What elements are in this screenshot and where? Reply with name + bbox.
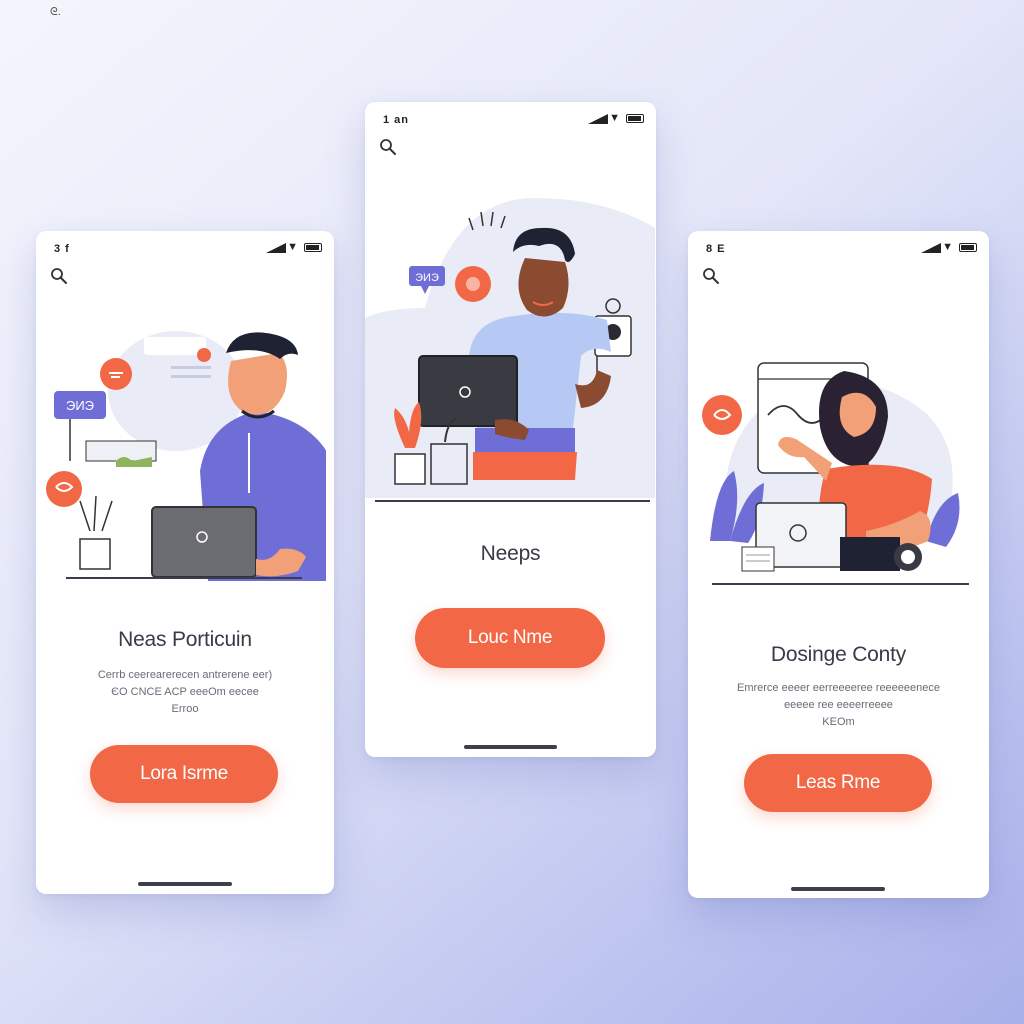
status-time: 8 E — [706, 243, 726, 255]
signal-icon — [921, 243, 941, 253]
status-bar: 3 f ▼ — [36, 231, 334, 265]
wifi-icon: ▼ — [942, 241, 953, 253]
description-line: Erroo — [171, 703, 199, 715]
onboarding-title: Dosinge Conty — [770, 643, 907, 666]
home-indicator — [791, 887, 885, 891]
phone-screen-right: 8 E ▼ Dosinge Conty Emrerce eeeer eerree… — [688, 231, 989, 898]
speech-badge-text: ЭИЭ — [66, 398, 94, 413]
description-line: ЄO CNCE ACP eeeOm eecee — [111, 686, 259, 698]
ground-line — [375, 500, 650, 502]
ground-line — [712, 583, 969, 585]
learn-more-button[interactable]: Leas Rme — [744, 754, 932, 812]
home-indicator — [138, 882, 232, 886]
status-bar: 1 an ▼ — [365, 102, 656, 136]
status-time: 1 an — [383, 114, 410, 126]
onboarding-description: Emrerce eeeer eerreeeeree reeeeeenece ee… — [718, 680, 959, 731]
phone-screen-middle: 1 an ▼ ЭИЭ Neeps Louc Nme — [365, 102, 656, 757]
onboarding-title: Neeps — [480, 542, 541, 565]
onboarding-title: Neas Porticuin — [118, 628, 252, 651]
learn-more-button[interactable]: Lora Isrme — [90, 745, 278, 803]
description-line: Emrerce eeeer eerreeeeree reeeeeenece — [736, 682, 941, 694]
status-time: 3 f — [54, 243, 70, 255]
phone-screen-left: 3 f ▼ ЭИЭ Neas Porticuin Cerrb ceerearer… — [36, 231, 334, 894]
battery-icon — [626, 114, 644, 123]
illustration-woman-laptop — [702, 362, 960, 572]
status-bar: 8 E ▼ — [688, 231, 989, 265]
signal-icon — [266, 243, 286, 253]
search-icon[interactable] — [702, 267, 720, 285]
onboarding-description: Cerrb ceerearerecen antrerene eer) ЄO CN… — [66, 667, 304, 718]
description-line: Cerrb ceerearerecen antrerene eer) — [97, 669, 273, 681]
description-line: KEOm — [822, 716, 855, 728]
corner-mark: ᘓ. — [50, 6, 61, 18]
search-icon[interactable] — [379, 138, 397, 156]
wifi-icon: ▼ — [609, 112, 620, 124]
illustration-person-laptop: ЭИЭ — [365, 198, 655, 498]
learn-more-button[interactable]: Louc Nme — [415, 608, 605, 668]
battery-icon — [959, 243, 977, 252]
wifi-icon: ▼ — [287, 241, 298, 253]
signal-icon — [588, 114, 608, 124]
search-icon[interactable] — [50, 267, 68, 285]
description-line: eeeee ree eeeerreeee — [784, 699, 893, 711]
ground-line — [66, 577, 302, 579]
illustration-man-laptop: ЭИЭ — [46, 331, 326, 581]
speech-badge-text: ЭИЭ — [415, 272, 439, 284]
home-indicator — [464, 745, 557, 749]
battery-icon — [304, 243, 322, 252]
